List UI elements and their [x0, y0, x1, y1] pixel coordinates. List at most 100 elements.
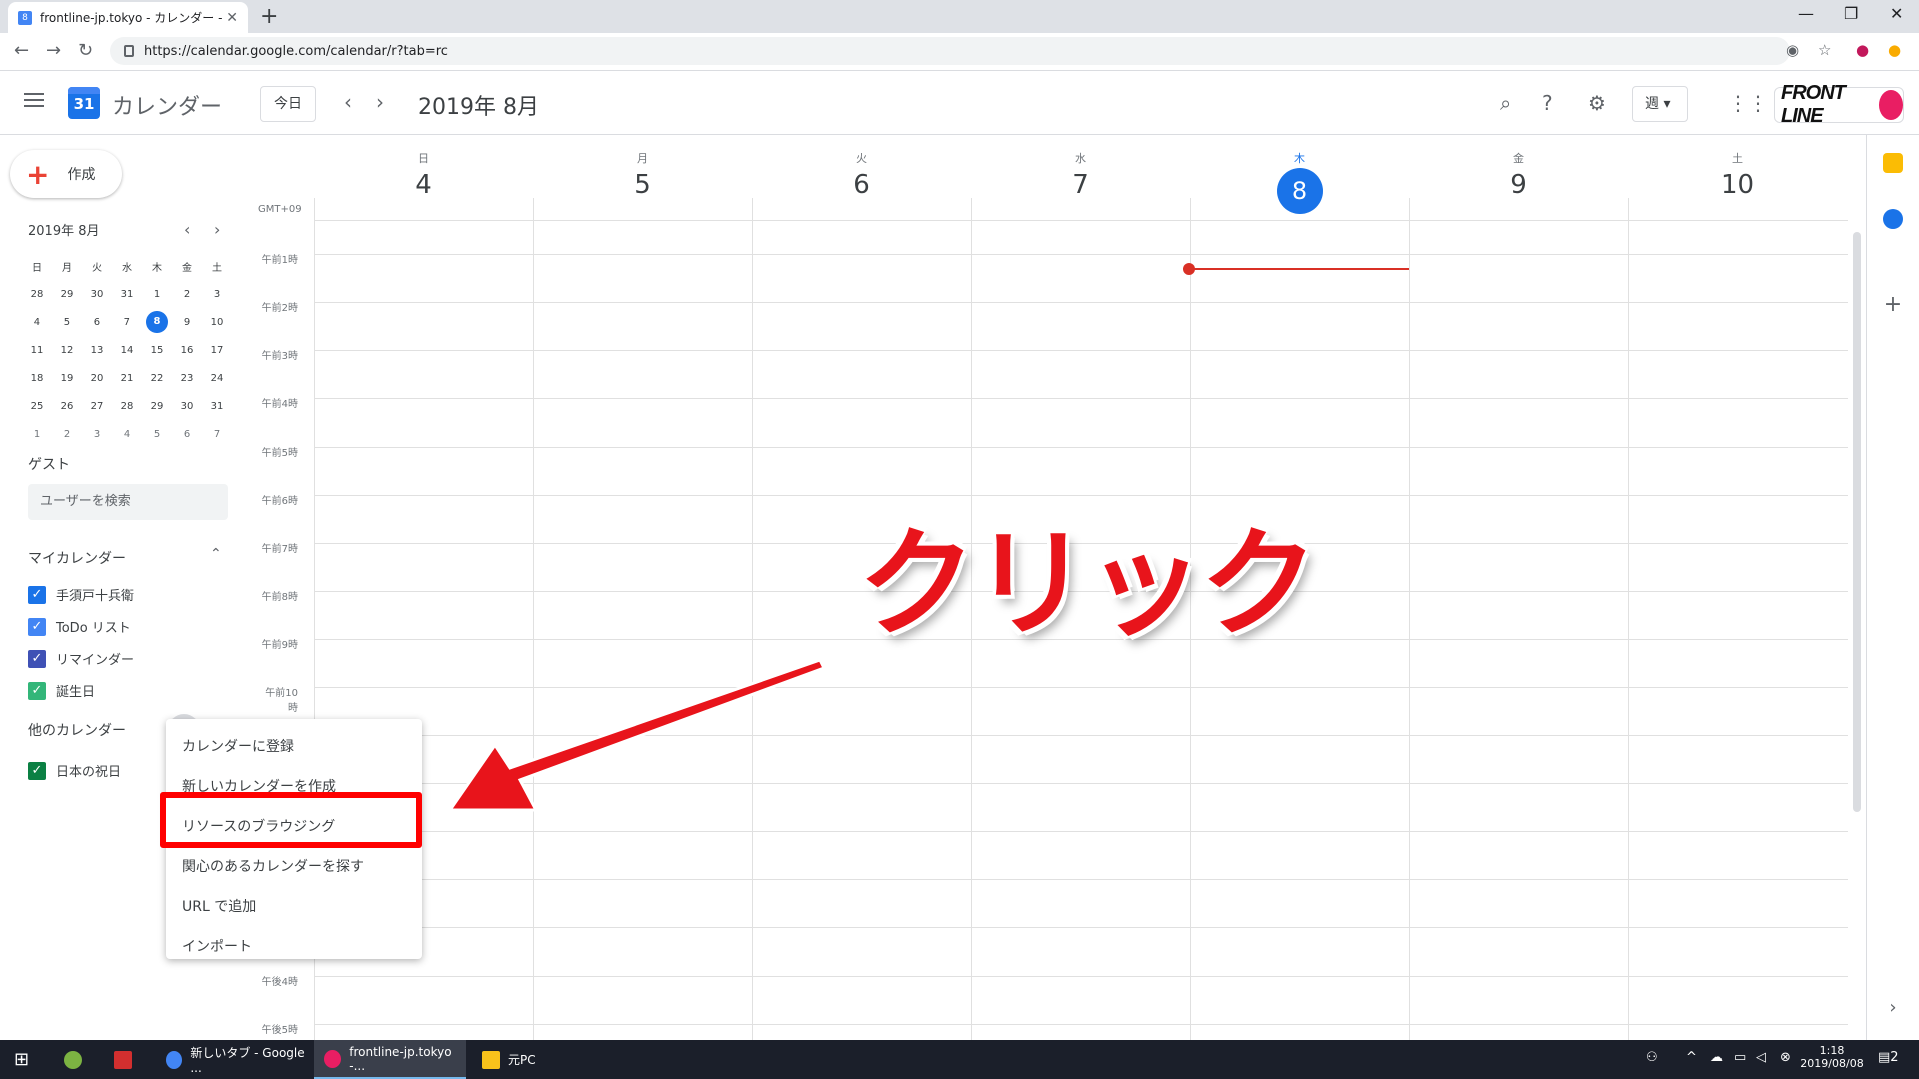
- checkbox-icon[interactable]: ✓: [28, 649, 46, 668]
- mini-day[interactable]: 27: [82, 401, 112, 412]
- add-addon-icon[interactable]: +: [1883, 294, 1903, 316]
- mini-day[interactable]: 5: [142, 429, 172, 440]
- mini-day[interactable]: 1: [22, 429, 52, 440]
- tray-chevron-icon[interactable]: ^: [1686, 1050, 1697, 1065]
- avatar[interactable]: [1879, 90, 1903, 120]
- close-window-button[interactable]: ✕: [1890, 4, 1903, 23]
- menu-item-subscribe[interactable]: カレンダーに登録: [166, 727, 422, 767]
- mini-day[interactable]: 15: [142, 345, 172, 356]
- network-icon[interactable]: ▭: [1734, 1050, 1746, 1065]
- help-icon[interactable]: ?: [1542, 91, 1553, 115]
- mini-day[interactable]: 6: [172, 429, 202, 440]
- settings-gear-icon[interactable]: ⚙: [1588, 91, 1606, 115]
- mini-day[interactable]: 13: [82, 345, 112, 356]
- day-number[interactable]: 7: [971, 170, 1190, 200]
- mini-day[interactable]: 5: [52, 317, 82, 328]
- mini-next-icon[interactable]: ›: [214, 220, 220, 239]
- acrobat-icon[interactable]: [104, 1040, 140, 1079]
- keep-icon[interactable]: [1883, 153, 1903, 173]
- mini-day[interactable]: 28: [112, 401, 142, 412]
- day-number-today[interactable]: 8: [1276, 168, 1323, 214]
- mini-day[interactable]: 29: [142, 401, 172, 412]
- url-field[interactable]: https://calendar.google.com/calendar/r?t…: [110, 37, 1790, 65]
- new-tab-button[interactable]: +: [260, 4, 278, 29]
- my-calendars-label[interactable]: マイカレンダー: [28, 548, 126, 568]
- mini-prev-icon[interactable]: ‹: [184, 220, 190, 239]
- mini-day[interactable]: 2: [52, 429, 82, 440]
- mini-day[interactable]: 17: [202, 345, 232, 356]
- taskbar-chrome-newtab[interactable]: 新しいタブ - Google ...: [156, 1040, 308, 1079]
- mini-day[interactable]: 20: [82, 373, 112, 384]
- windows-start-icon[interactable]: ⊞: [4, 1040, 29, 1079]
- search-icon[interactable]: ⌕: [1500, 91, 1511, 115]
- mini-day-selected[interactable]: 8: [146, 311, 168, 333]
- calendar-item[interactable]: ✓ 日本の祝日: [28, 761, 121, 780]
- back-icon[interactable]: ←: [14, 40, 29, 61]
- eye-icon[interactable]: ◉: [1786, 41, 1799, 59]
- day-number[interactable]: 10: [1628, 170, 1847, 200]
- tasks-icon[interactable]: [1883, 209, 1903, 229]
- collapse-chevron-icon[interactable]: ⌃: [210, 546, 222, 562]
- mini-day[interactable]: 3: [82, 429, 112, 440]
- day-number[interactable]: 9: [1409, 170, 1628, 200]
- calendar-item[interactable]: ✓ リマインダー: [28, 649, 134, 668]
- grid-scrollbar[interactable]: [1853, 232, 1861, 812]
- main-menu-icon[interactable]: [24, 93, 44, 111]
- mini-day[interactable]: 22: [142, 373, 172, 384]
- day-header[interactable]: 土 10: [1628, 150, 1847, 200]
- checkbox-icon[interactable]: ✓: [28, 585, 46, 604]
- mini-day[interactable]: 3: [202, 289, 232, 300]
- mini-day[interactable]: 4: [22, 317, 52, 328]
- user-search-input[interactable]: ユーザーを検索: [28, 484, 228, 520]
- checkbox-icon[interactable]: ✓: [28, 617, 46, 636]
- star-icon[interactable]: ☆: [1818, 41, 1831, 59]
- mini-day[interactable]: 31: [202, 401, 232, 412]
- reload-icon[interactable]: ↻: [78, 40, 93, 61]
- day-number[interactable]: 4: [314, 170, 533, 200]
- mini-day[interactable]: 2: [172, 289, 202, 300]
- mini-day[interactable]: 1: [142, 289, 172, 300]
- calendar-item[interactable]: ✓ 手須戸十兵衛: [28, 585, 134, 604]
- profile-icon[interactable]: ●: [1856, 41, 1869, 59]
- volume-icon[interactable]: ◁: [1756, 1050, 1766, 1065]
- day-number[interactable]: 6: [752, 170, 971, 200]
- menu-item-import[interactable]: インポート: [166, 927, 422, 967]
- day-header-today[interactable]: 木 8: [1190, 150, 1409, 214]
- status-icon[interactable]: ⊗: [1780, 1050, 1791, 1065]
- today-button[interactable]: 今日: [260, 86, 316, 122]
- update-icon[interactable]: ●: [1888, 41, 1901, 59]
- next-week-icon[interactable]: ›: [376, 90, 384, 114]
- mini-day[interactable]: 11: [22, 345, 52, 356]
- day-header[interactable]: 金 9: [1409, 150, 1628, 200]
- app-icon[interactable]: [54, 1040, 90, 1079]
- mini-day[interactable]: 7: [202, 429, 232, 440]
- calendar-item[interactable]: ✓ ToDo リスト: [28, 617, 131, 636]
- mini-day[interactable]: 23: [172, 373, 202, 384]
- brand-account[interactable]: FRONT LINE: [1774, 82, 1904, 127]
- notification-icon[interactable]: ▤2: [1878, 1050, 1899, 1065]
- day-header[interactable]: 水 7: [971, 150, 1190, 200]
- day-header[interactable]: 火 6: [752, 150, 971, 200]
- restore-button[interactable]: ❐: [1844, 4, 1858, 23]
- mini-day[interactable]: 31: [112, 289, 142, 300]
- apps-grid-icon[interactable]: ⋮⋮: [1728, 91, 1768, 115]
- mini-day[interactable]: 6: [82, 317, 112, 328]
- taskbar-folder[interactable]: 元PC: [472, 1040, 624, 1079]
- prev-week-icon[interactable]: ‹: [344, 90, 352, 114]
- day-header[interactable]: 日 4: [314, 150, 533, 200]
- mini-day[interactable]: 19: [52, 373, 82, 384]
- checkbox-icon[interactable]: ✓: [28, 761, 46, 780]
- mini-day[interactable]: 16: [172, 345, 202, 356]
- onedrive-icon[interactable]: ☁: [1710, 1050, 1723, 1065]
- view-select[interactable]: 週 ▾: [1632, 86, 1688, 122]
- mini-day[interactable]: 30: [172, 401, 202, 412]
- expand-panel-icon[interactable]: ›: [1883, 997, 1903, 1018]
- mini-day[interactable]: 30: [82, 289, 112, 300]
- forward-icon[interactable]: →: [46, 40, 61, 61]
- checkbox-icon[interactable]: ✓: [28, 681, 46, 700]
- mini-day[interactable]: 7: [112, 317, 142, 328]
- day-number[interactable]: 5: [533, 170, 752, 200]
- mini-day[interactable]: 28: [22, 289, 52, 300]
- clock[interactable]: 1:18 2019/08/08: [1800, 1044, 1864, 1070]
- create-button[interactable]: + 作成: [10, 150, 122, 198]
